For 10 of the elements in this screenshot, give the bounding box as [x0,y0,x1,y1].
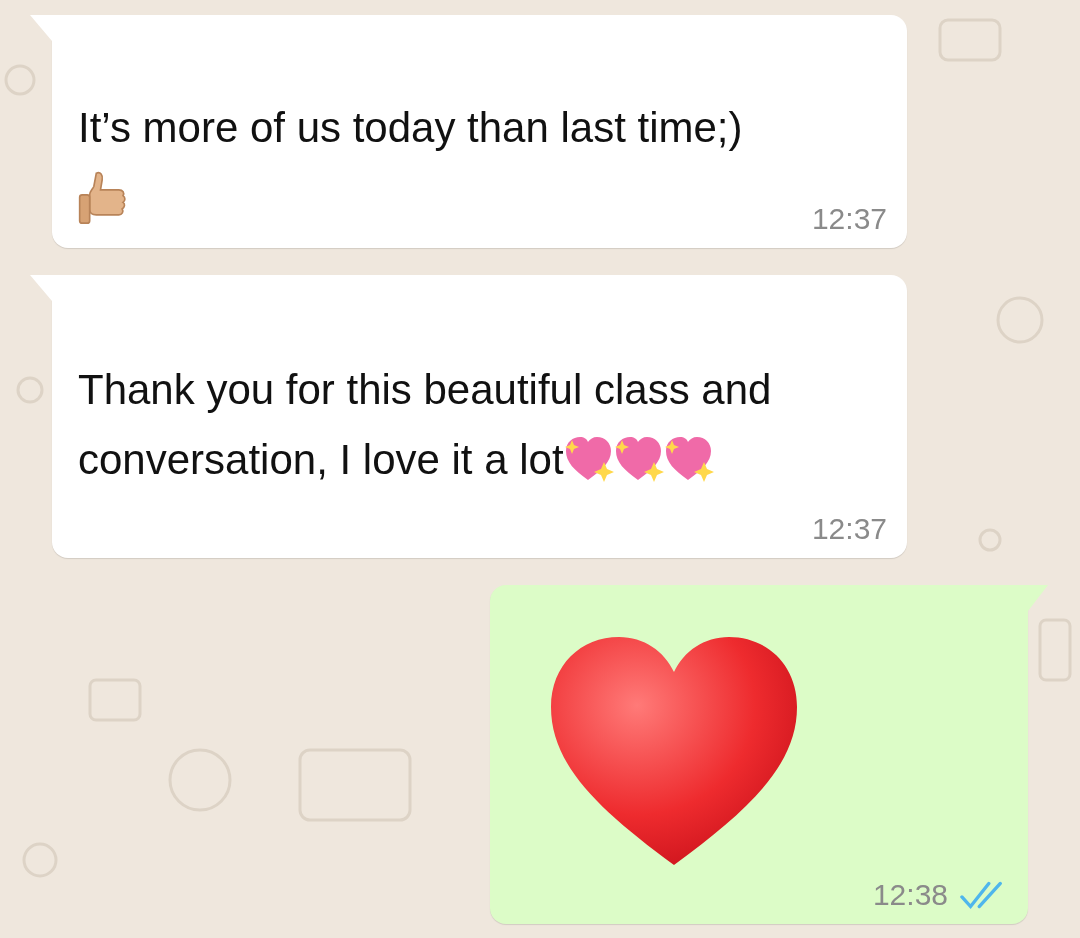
message-text: Thank you for this beautiful class and [78,366,772,413]
message-time: 12:37 [811,512,887,546]
message-time: 12:38 [872,878,948,912]
heart-icon [548,635,800,867]
message-text: It’s more of us today than last time;) [78,104,743,151]
sparkling-heart-icon [563,434,616,484]
message-text: conversation, I love it a lot [78,436,564,483]
message-time: 12:37 [811,202,887,236]
sparkling-heart-icon [663,434,716,484]
sparkling-heart-icon [613,434,666,484]
